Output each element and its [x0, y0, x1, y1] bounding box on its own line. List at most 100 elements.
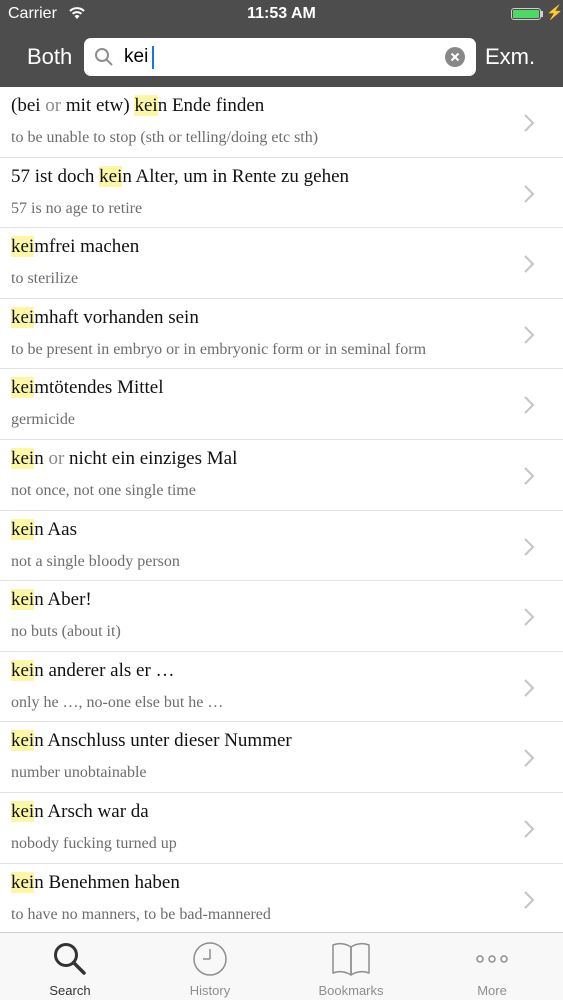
headword-text: n Aas — [34, 518, 77, 540]
result-row[interactable]: 57 ist doch kein Alter, um in Rente zu g… — [0, 158, 563, 229]
status-bar: Carrier 11:53 AM ⚡ — [0, 0, 563, 30]
result-row[interactable]: keimfrei machen to sterilize — [0, 228, 563, 299]
result-row[interactable]: kein anderer als er … only he …, no-one e… — [0, 652, 563, 723]
chevron-right-icon — [524, 890, 535, 909]
result-translation: to be present in embryo or in embryonic … — [11, 340, 427, 358]
result-headword: kein Benehmen haben — [11, 871, 180, 894]
result-translation: nobody fucking turned up — [11, 834, 177, 852]
result-translation: to sterilize — [11, 270, 79, 288]
match-highlight: kei — [134, 95, 158, 116]
more-dots-icon — [476, 955, 508, 963]
charging-bolt-icon: ⚡ — [546, 4, 563, 20]
result-headword: kein Aas — [11, 518, 77, 541]
search-input[interactable] — [124, 38, 424, 76]
result-translation: 57 is no age to retire — [11, 199, 143, 217]
headword-text: mfrei machen — [34, 236, 140, 258]
headword-text: n — [34, 447, 49, 469]
headword-text: (bei — [11, 95, 46, 116]
clock-icon — [193, 942, 227, 976]
match-highlight: kei — [11, 447, 35, 469]
match-highlight: kei — [99, 165, 123, 187]
both-direction-button[interactable]: Both — [27, 44, 72, 70]
navigation-header: Carrier 11:53 AM ⚡ Both Exm. — [0, 0, 563, 87]
result-translation: not once, not one single time — [11, 481, 196, 499]
headword-text: n Aber! — [34, 589, 92, 611]
chevron-right-icon — [524, 184, 535, 203]
tab-label: History — [189, 983, 231, 998]
result-row[interactable]: (bei or mit etw) kein Ende finden to be u… — [0, 87, 563, 158]
headword-text: n Arsch war da — [34, 800, 149, 822]
headword-text: mtötendes Mittel — [34, 377, 164, 399]
result-row[interactable]: kein Aas not a single bloody person — [0, 511, 563, 582]
match-highlight: kei — [11, 800, 35, 822]
result-headword: 57 ist doch kein Alter, um in Rente zu g… — [11, 165, 350, 188]
result-row[interactable]: kein Aber! no buts (about it) — [0, 581, 563, 652]
tab-more[interactable]: More — [422, 933, 562, 1001]
result-headword: kein Anschluss unter dieser Nummer — [11, 730, 292, 752]
result-headword: kein Arsch war da — [11, 800, 149, 823]
result-headword: keimtötendes Mittel — [11, 377, 164, 399]
headword-text: mit etw) — [61, 95, 135, 116]
search-icon — [54, 943, 86, 975]
chevron-right-icon — [524, 467, 535, 485]
examples-button[interactable]: Exm. — [485, 44, 535, 70]
result-headword: (bei or mit etw) kein Ende finden — [11, 95, 264, 117]
tab-bar: Search History Bookmarks More — [0, 932, 563, 1000]
result-translation: to be unable to stop (sth or telling/doi… — [11, 129, 319, 146]
result-row[interactable]: kein Benehmen haben to have no manners, t… — [0, 864, 563, 935]
match-highlight: kei — [11, 730, 35, 752]
alternative-connector: or — [45, 95, 62, 116]
clear-search-button[interactable] — [445, 47, 465, 67]
text-caret — [152, 46, 154, 69]
match-highlight: kei — [11, 377, 35, 399]
tab-history[interactable]: History — [140, 933, 280, 1001]
battery-tip — [541, 11, 543, 17]
book-icon — [332, 942, 370, 976]
tab-bookmarks[interactable]: Bookmarks — [281, 933, 421, 1001]
tab-label: Search — [49, 983, 91, 998]
result-row[interactable]: kein Arsch war da nobody fucking turned u… — [0, 793, 563, 864]
result-headword: kein Aber! — [11, 589, 92, 611]
match-highlight: kei — [11, 306, 35, 328]
result-row[interactable]: kein Anschluss unter dieser Nummer number… — [0, 722, 563, 793]
search-bar[interactable] — [84, 38, 476, 76]
headword-text: nicht ein einziges Mal — [64, 447, 238, 469]
tab-label: More — [477, 983, 507, 998]
result-row[interactable]: keimtötendes Mittel germicide — [0, 369, 563, 440]
match-highlight: kei — [11, 518, 35, 540]
headword-text: n Ende finden — [157, 95, 265, 116]
result-translation: to have no manners, to be bad-mannered — [11, 905, 271, 923]
close-icon — [450, 52, 460, 62]
chevron-right-icon — [524, 749, 535, 768]
result-headword: keimhaft vorhanden sein — [11, 306, 199, 329]
chevron-right-icon — [524, 326, 535, 344]
result-translation: number unobtainable — [11, 764, 147, 782]
match-highlight: kei — [11, 589, 35, 611]
result-translation: not a single bloody person — [11, 552, 180, 570]
result-headword: keimfrei machen — [11, 236, 139, 258]
chevron-right-icon — [524, 396, 535, 415]
result-translation: no buts (about it) — [11, 623, 121, 641]
match-highlight: kei — [11, 659, 35, 681]
chevron-right-icon — [524, 255, 535, 273]
clock-time: 11:53 AM — [247, 5, 316, 22]
headword-text: n anderer als er … — [34, 659, 175, 681]
chevron-right-icon — [524, 820, 535, 838]
headword-text: mhaft vorhanden sein — [34, 306, 199, 328]
headword-text: n Alter, um in Rente zu gehen — [122, 165, 350, 187]
result-translation: germicide — [11, 411, 75, 429]
chevron-right-icon — [524, 608, 535, 626]
results-list: (bei or mit etw) kein Ende finden to be u… — [0, 87, 563, 935]
headword-text: n Anschluss unter dieser Nummer — [34, 730, 292, 752]
search-icon — [95, 48, 113, 66]
chevron-right-icon — [524, 114, 535, 132]
result-row[interactable]: kein or nicht ein einziges Mal not once, … — [0, 440, 563, 511]
tab-search[interactable]: Search — [0, 933, 140, 1001]
result-headword: kein anderer als er … — [11, 659, 175, 682]
alternative-connector: or — [48, 447, 65, 469]
match-highlight: kei — [11, 871, 35, 893]
chevron-right-icon — [524, 679, 535, 697]
tab-label: Bookmarks — [318, 983, 384, 998]
headword-text: n Benehmen haben — [34, 871, 180, 893]
result-row[interactable]: keimhaft vorhanden sein to be present in … — [0, 299, 563, 370]
